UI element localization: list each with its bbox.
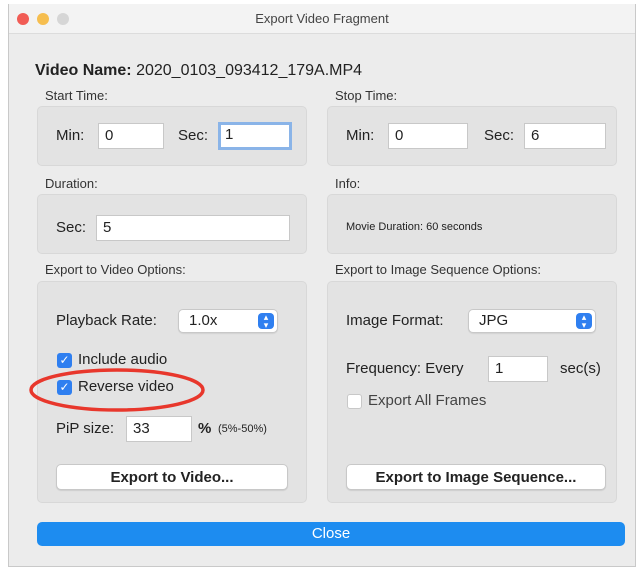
export-all-frames-checkbox[interactable] [347,394,362,409]
close-button[interactable]: Close [37,522,625,546]
pip-range: (5%-50%) [218,423,267,435]
playback-rate-label: Playback Rate: [56,312,157,329]
stop-time-label: Stop Time: [335,88,398,103]
chevron-up-down-icon: ▴ ▾ [576,313,592,330]
stop-sec-field[interactable]: 6 [524,123,606,149]
duration-group: Sec: 5 [37,194,307,254]
start-sec-label: Sec: [178,127,209,144]
frequency-label: Frequency: Every [346,360,464,377]
info-text: Movie Duration: 60 seconds [346,221,483,233]
image-options-label: Export to Image Sequence Options: [335,262,541,277]
info-label: Info: [335,176,361,191]
frequency-unit: sec(s) [560,360,601,377]
info-group: Movie Duration: 60 seconds [327,194,617,254]
video-name-label: Video Name: [35,62,132,79]
chevron-up-down-icon: ▴ ▾ [258,313,274,330]
export-all-frames-label: Export All Frames [368,392,487,409]
start-time-label: Start Time: [45,88,108,103]
checkmark-icon: ✓ [59,353,70,367]
duration-sec-label: Sec: [56,219,87,236]
annotation-ellipse [29,368,205,412]
pip-size-label: PiP size: [56,420,115,437]
export-video-fragment-window: Export Video Fragment Video Name: 2020_0… [8,4,636,567]
export-to-image-sequence-button[interactable]: Export to Image Sequence... [346,464,606,490]
pip-unit: % [198,420,212,437]
duration-sec-field[interactable]: 5 [96,215,290,241]
window-title: Export Video Fragment [255,11,389,26]
playback-rate-value: 1.0x [189,312,218,329]
stop-sec-label: Sec: [484,127,515,144]
image-options-group: Image Format: JPG ▴ ▾ Frequency: Every 1 … [327,281,617,503]
export-to-video-button[interactable]: Export to Video... [56,464,288,490]
video-name-row: Video Name: 2020_0103_093412_179A.MP4 [35,62,362,80]
start-time-group: Min: 0 Sec: 1 [37,106,307,166]
duration-label: Duration: [45,176,98,191]
image-format-popup[interactable]: JPG ▴ ▾ [468,309,596,333]
image-format-value: JPG [479,312,509,329]
stop-time-group: Min: 0 Sec: 6 [327,106,617,166]
stop-min-label: Min: [346,127,375,144]
start-sec-field[interactable]: 1 [218,122,292,150]
frequency-field[interactable]: 1 [488,356,548,382]
video-name-value: 2020_0103_093412_179A.MP4 [136,62,363,79]
start-min-field[interactable]: 0 [98,123,164,149]
playback-rate-popup[interactable]: 1.0x ▴ ▾ [178,309,278,333]
pip-size-field[interactable]: 33 [126,416,192,442]
image-format-label: Image Format: [346,312,444,329]
stop-min-field[interactable]: 0 [388,123,468,149]
video-options-label: Export to Video Options: [45,262,186,277]
title-bar: Export Video Fragment [9,4,635,34]
start-min-label: Min: [56,127,85,144]
